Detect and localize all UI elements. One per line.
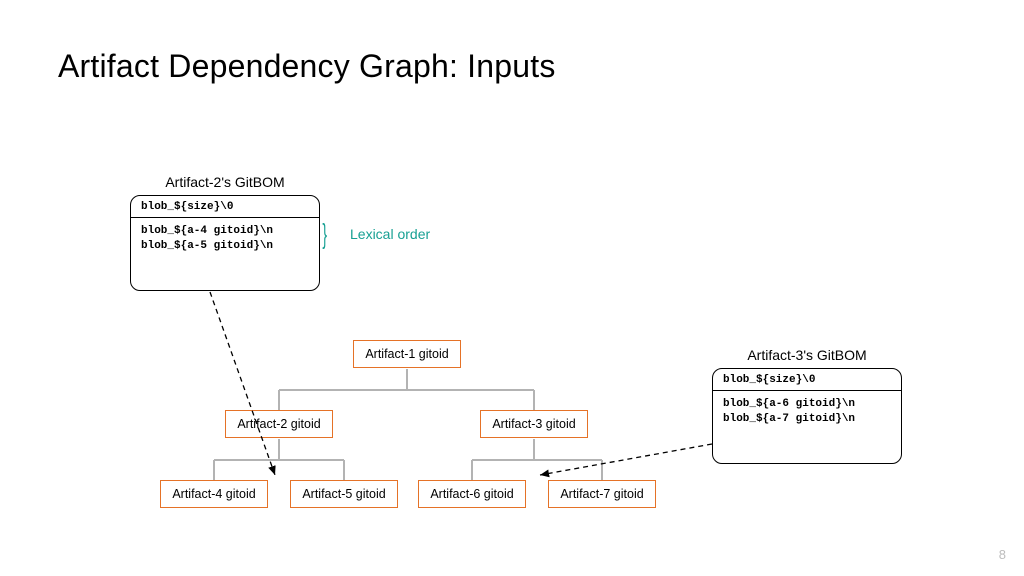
gitbom-2-title: Artifact-2's GitBOM: [131, 174, 319, 190]
gitbom-2-body: blob_${a-4 gitoid}\n blob_${a-5 gitoid}\…: [131, 218, 319, 276]
gitbom-3-title: Artifact-3's GitBOM: [713, 347, 901, 363]
node-artifact-6: Artifact-6 gitoid: [418, 480, 526, 508]
gitbom-card-artifact-3: Artifact-3's GitBOM blob_${size}\0 blob_…: [712, 368, 902, 464]
page-title: Artifact Dependency Graph: Inputs: [58, 48, 556, 85]
gitbom-card-artifact-2: Artifact-2's GitBOM blob_${size}\0 blob_…: [130, 195, 320, 291]
node-artifact-2: Artifact-2 gitoid: [225, 410, 333, 438]
gitbom-2-header: blob_${size}\0: [131, 196, 319, 218]
node-artifact-3: Artifact-3 gitoid: [480, 410, 588, 438]
gitbom-3-body: blob_${a-6 gitoid}\n blob_${a-7 gitoid}\…: [713, 391, 901, 449]
brace-icon: }: [322, 218, 327, 250]
lexical-order-label: Lexical order: [350, 226, 430, 242]
gitbom-3-header: blob_${size}\0: [713, 369, 901, 391]
node-artifact-7: Artifact-7 gitoid: [548, 480, 656, 508]
node-artifact-5: Artifact-5 gitoid: [290, 480, 398, 508]
page-number: 8: [999, 547, 1006, 562]
node-artifact-1: Artifact-1 gitoid: [353, 340, 461, 368]
node-artifact-4: Artifact-4 gitoid: [160, 480, 268, 508]
